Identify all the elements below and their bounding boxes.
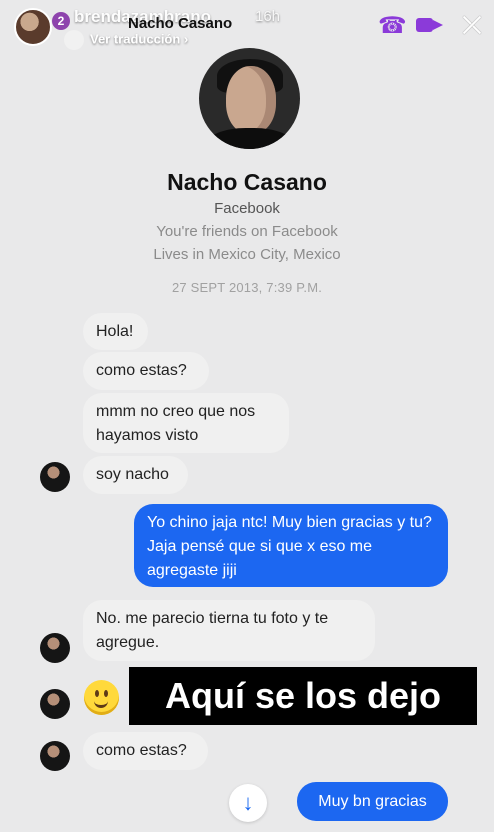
message-no-creo: mmm no creo que nos hayamos visto xyxy=(83,393,289,453)
sender-avatar xyxy=(40,741,70,771)
profile-photo xyxy=(199,48,300,149)
message-soy-nacho: soy nacho xyxy=(83,456,188,494)
friendship-status: You're friends on Facebook xyxy=(156,223,338,240)
conversation-title: Nacho Casano xyxy=(128,15,233,32)
smile-emoji-icon xyxy=(84,680,119,715)
story-user-avatar[interactable] xyxy=(14,8,52,46)
story-time: 16h xyxy=(255,8,281,25)
profile-location: Lives in Mexico City, Mexico xyxy=(153,246,341,263)
profile-name: Nacho Casano xyxy=(167,169,327,195)
scroll-down-button[interactable]: ↓ xyxy=(229,784,267,822)
profile-network: Facebook xyxy=(214,200,280,217)
story-caption: Aquí se los dejo xyxy=(129,667,477,725)
sender-avatar xyxy=(40,633,70,663)
close-icon[interactable] xyxy=(458,11,486,39)
sender-avatar xyxy=(40,689,70,719)
video-icon[interactable] xyxy=(416,14,446,36)
message-hola: Hola! xyxy=(83,313,148,350)
phone-icon[interactable]: ☎ xyxy=(378,12,407,38)
message-como-estas: como estas? xyxy=(83,352,209,390)
message-tierna-foto-text: No. me parecio tierna tu foto y te agreg… xyxy=(96,610,329,651)
story-actions: ☎ xyxy=(378,10,486,40)
translation-label: Ver traducción xyxy=(90,31,181,47)
story-count-badge: 2 xyxy=(52,12,70,30)
conversation-timestamp: 27 SEPT 2013, 7:39 P.M. xyxy=(171,280,323,295)
see-translation-link[interactable]: Ver traducción › xyxy=(64,30,188,50)
message-yo-chino: Yo chino jaja ntc! Muy bien gracias y tu… xyxy=(134,504,448,587)
story-screenshot: 2 brendazambrano 16h Ver traducción › Na… xyxy=(0,0,494,832)
message-como-estas-2: como estas? xyxy=(83,732,208,770)
message-tierna-foto: No. me parecio tierna tu foto y te agreg… xyxy=(83,600,375,661)
quick-reply-button[interactable]: Muy bn gracias xyxy=(297,782,448,821)
translation-dot-icon xyxy=(64,30,84,50)
sender-avatar xyxy=(40,462,70,492)
down-arrow-icon: ↓ xyxy=(242,790,254,815)
